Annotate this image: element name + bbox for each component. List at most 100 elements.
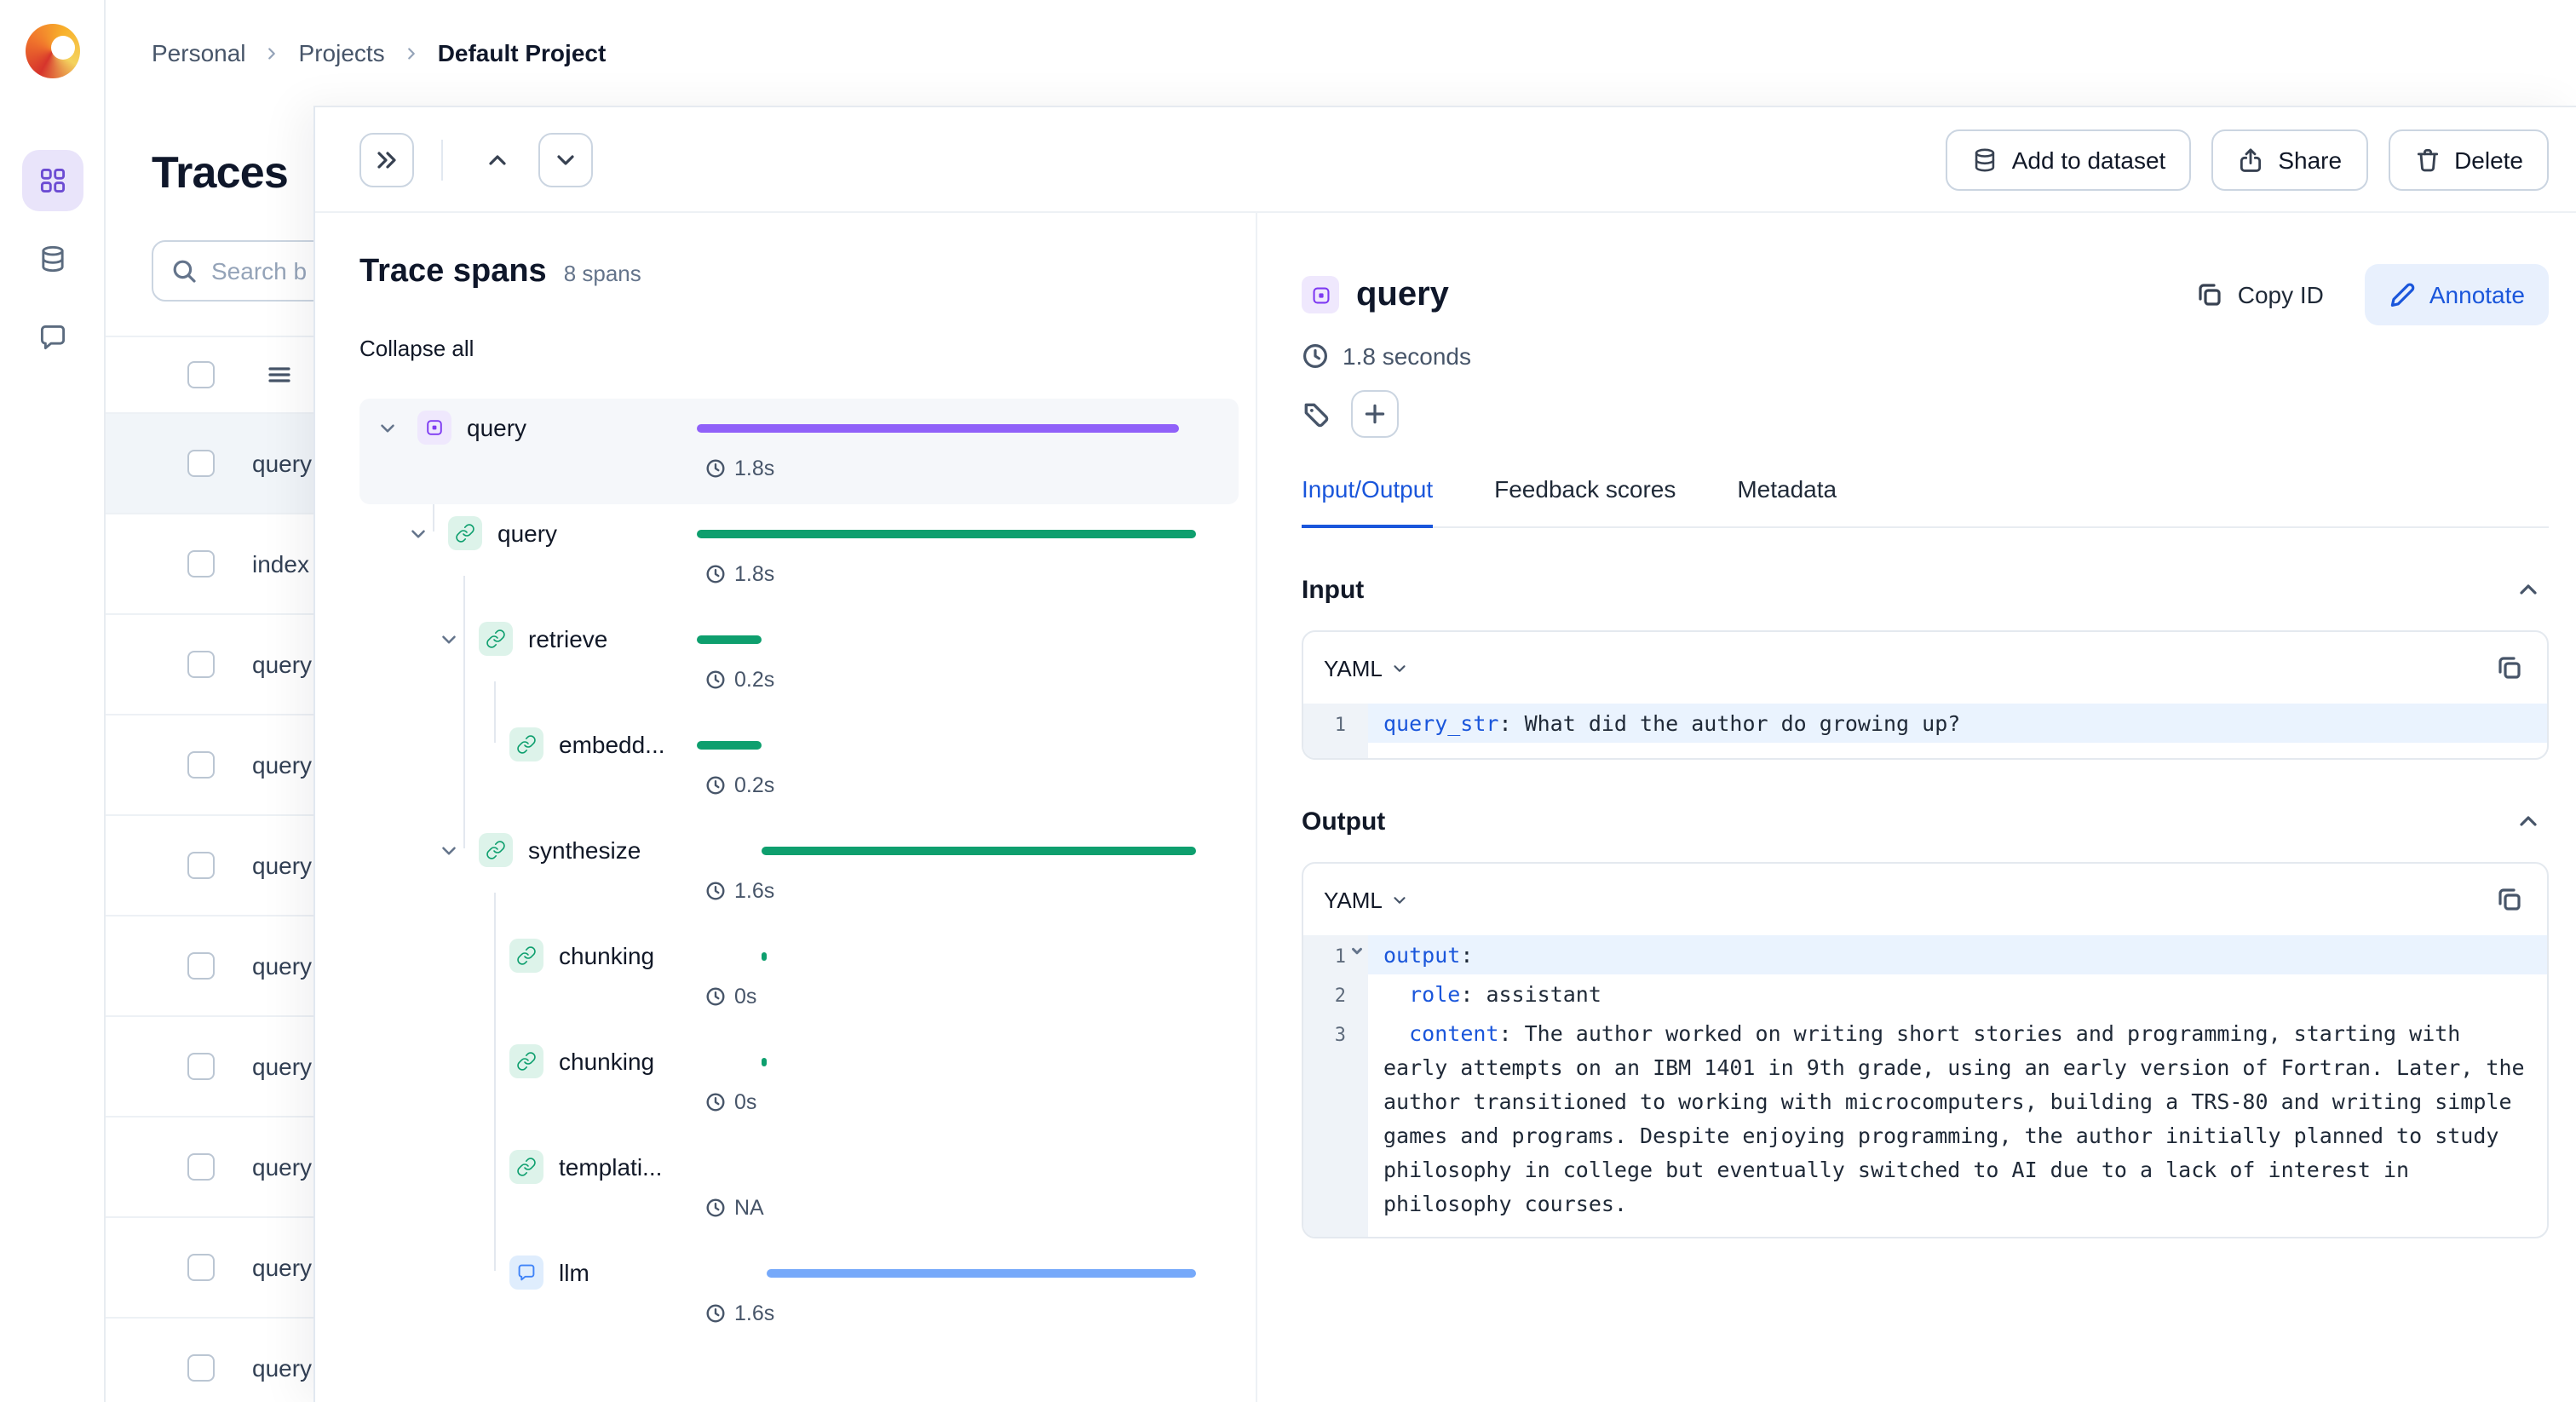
share-icon — [2237, 146, 2264, 173]
collapse-input-button[interactable] — [2508, 569, 2549, 610]
share-button[interactable]: Share — [2211, 129, 2368, 190]
line-number: 1 — [1303, 935, 1368, 974]
span-row[interactable]: templati... NA — [359, 1138, 1256, 1244]
row-checkbox[interactable] — [187, 1153, 215, 1181]
row-checkbox[interactable] — [187, 1254, 215, 1281]
link-icon — [509, 1044, 543, 1078]
line-number: 2 — [1303, 974, 1368, 1014]
toggle-spacer — [469, 724, 509, 765]
toggle-spacer — [469, 1252, 509, 1293]
tab-input-output[interactable]: Input/Output — [1302, 475, 1434, 528]
copy-icon — [2197, 281, 2224, 308]
chevron-right-icon — [263, 43, 282, 62]
sidebar-item-projects[interactable] — [21, 150, 83, 211]
chevrons-right-icon — [373, 146, 400, 173]
chevron-down-icon — [552, 146, 579, 173]
span-name: query — [497, 520, 558, 547]
span-name: retrieve — [528, 625, 608, 652]
row-label: query — [252, 852, 313, 879]
tab-feedback-scores[interactable]: Feedback scores — [1494, 475, 1676, 526]
link-icon — [479, 833, 513, 867]
clock-icon — [705, 564, 726, 584]
next-trace-button[interactable] — [538, 132, 593, 187]
link-icon — [448, 516, 482, 550]
chevron-down-icon[interactable] — [377, 407, 417, 448]
row-checkbox[interactable] — [187, 852, 215, 879]
add-to-dataset-button[interactable]: Add to dataset — [1945, 129, 2192, 190]
fold-icon[interactable] — [1349, 944, 1365, 959]
database-icon — [37, 244, 67, 274]
chevron-right-icon — [402, 43, 421, 62]
row-checkbox[interactable] — [187, 450, 215, 477]
row-checkbox[interactable] — [187, 550, 215, 577]
clock-icon — [705, 1092, 726, 1112]
line-number: 1 — [1303, 704, 1368, 743]
collapse-output-button[interactable] — [2508, 801, 2549, 842]
span-row[interactable]: embedd... 0.2s — [359, 715, 1256, 821]
add-tag-button[interactable] — [1351, 390, 1399, 438]
toggle-spacer — [469, 935, 509, 976]
collapse-all-button[interactable]: Collapse all — [359, 336, 474, 361]
previous-trace-button[interactable] — [470, 132, 525, 187]
copy-id-button[interactable]: Copy ID — [2180, 264, 2341, 325]
select-all-checkbox[interactable] — [187, 361, 215, 388]
copy-button[interactable] — [2489, 879, 2530, 920]
row-checkbox[interactable] — [187, 651, 215, 678]
llm-icon — [509, 1255, 543, 1290]
expand-panel-button[interactable] — [359, 132, 414, 187]
delete-button[interactable]: Delete — [2388, 129, 2549, 190]
annotate-label: Annotate — [2429, 281, 2525, 308]
code-line: 2 role: assistant — [1303, 974, 2547, 1014]
grid-icon — [37, 165, 67, 196]
span-row[interactable]: retrieve 0.2s — [359, 610, 1256, 715]
code-filler — [1303, 1221, 2547, 1237]
span-row[interactable]: synthesize 1.6s — [359, 821, 1256, 927]
span-row[interactable]: chunking 0s — [359, 927, 1256, 1032]
span-row[interactable]: query 1.8s — [359, 504, 1256, 610]
span-row[interactable]: query 1.8s — [359, 399, 1239, 504]
row-checkbox[interactable] — [187, 952, 215, 980]
chevron-down-icon[interactable] — [438, 618, 479, 659]
annotate-button[interactable]: Annotate — [2364, 264, 2549, 325]
row-checkbox[interactable] — [187, 751, 215, 779]
sidebar-item-datasets[interactable] — [21, 228, 83, 290]
link-icon — [479, 622, 513, 656]
input-section: Input YAML 1 query_str: What did the auth… — [1302, 569, 2549, 760]
clock-icon — [705, 881, 726, 901]
copy-button[interactable] — [2489, 647, 2530, 688]
format-select[interactable]: YAML — [1324, 887, 1410, 912]
output-code-block: YAML 1 output: 2 role: assistant 3 content:… — [1302, 862, 2549, 1238]
breadcrumb-item[interactable]: Projects — [299, 39, 385, 66]
chevron-down-icon[interactable] — [438, 830, 479, 871]
span-tree: query 1.8s query 1.8s retrieve 0.2s embedd... 0… — [359, 399, 1256, 1349]
copy-icon — [2496, 654, 2523, 681]
clock-icon — [705, 986, 726, 1007]
sidebar — [0, 0, 106, 1402]
comet-logo[interactable] — [25, 24, 79, 78]
span-name: templati... — [559, 1153, 663, 1181]
span-name: chunking — [559, 1048, 655, 1075]
trace-glyph-icon — [1309, 284, 1331, 306]
breadcrumb-item[interactable]: Personal — [152, 39, 246, 66]
span-duration-text: 1.8 seconds — [1343, 342, 1471, 370]
row-label: query — [252, 1354, 313, 1382]
menu-icon[interactable] — [266, 361, 293, 388]
plus-icon — [1361, 400, 1389, 428]
tag-icon — [1302, 399, 1331, 428]
sidebar-item-feedback[interactable] — [21, 307, 83, 368]
span-duration: 0s — [705, 985, 756, 1008]
format-select[interactable]: YAML — [1324, 655, 1410, 681]
code-line: 1 query_str: What did the author do growi… — [1303, 704, 2547, 743]
tab-metadata[interactable]: Metadata — [1737, 475, 1837, 526]
input-section-title: Input — [1302, 575, 1365, 604]
row-checkbox[interactable] — [187, 1053, 215, 1080]
span-row[interactable]: llm 1.6s — [359, 1244, 1256, 1349]
copy-icon — [2496, 886, 2523, 913]
chevron-up-icon — [484, 146, 511, 173]
format-label: YAML — [1324, 887, 1383, 912]
row-checkbox[interactable] — [187, 1354, 215, 1382]
span-row[interactable]: chunking 0s — [359, 1032, 1256, 1138]
chevron-down-icon[interactable] — [407, 513, 448, 554]
row-label: query — [252, 751, 313, 779]
row-label: query — [252, 1153, 313, 1181]
